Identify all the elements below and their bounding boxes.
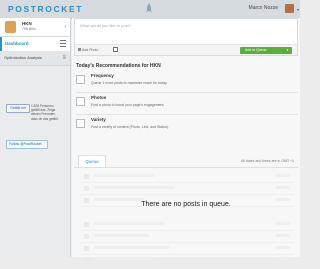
facebook-like-text: 1.828 Personen gefällt das. Zeige deinen… xyxy=(31,104,59,121)
composer-toolbar: Add Photo Add to Queue ▼ xyxy=(75,44,297,55)
placeholder-row xyxy=(80,183,294,195)
add-to-queue-label: Add to Queue xyxy=(245,48,267,52)
placeholder-row xyxy=(80,243,294,255)
sidebar-item-label: Optimization Analysis xyxy=(4,55,43,60)
app-logo[interactable]: POSTROCKET xyxy=(8,4,83,14)
twitter-follow-button[interactable]: Follow @PostRocket xyxy=(6,140,48,149)
calendar-icon[interactable] xyxy=(113,47,118,52)
recommendation-desc: Post a variety of content (Photo, Link, … xyxy=(91,125,170,129)
recommendation-item: Photos Post a photo to boost your page's… xyxy=(76,95,298,113)
divider xyxy=(76,92,298,93)
chevron-down-icon[interactable]: ▾ xyxy=(297,7,299,12)
list-icon xyxy=(60,40,66,47)
recommendation-desc: Queue 1 more posts to maximize reach for… xyxy=(91,81,168,85)
sidebar: HKN 796 likes › Dashboard Optimization A… xyxy=(0,18,71,257)
tab-queue[interactable]: Queue xyxy=(78,155,106,167)
chevron-down-icon: ▼ xyxy=(286,48,289,52)
account-name: HKN xyxy=(22,21,32,26)
add-photo-button[interactable]: Add Photo xyxy=(82,48,98,52)
account-avatar xyxy=(5,21,16,33)
user-avatar[interactable] xyxy=(285,4,294,13)
facebook-like-box: Gefällt mir 1.828 Personen gefällt das. … xyxy=(6,104,68,134)
placeholder-row xyxy=(80,231,294,243)
user-name[interactable]: Marco Nozze xyxy=(249,5,278,11)
sidebar-item-optimization[interactable]: Optimization Analysis ≡ xyxy=(0,51,70,66)
post-input[interactable]: What would you like to post? xyxy=(80,23,131,28)
recommendation-checkbox[interactable] xyxy=(76,75,85,84)
camera-icon xyxy=(78,48,81,51)
facebook-like-button[interactable]: Gefällt mir xyxy=(6,104,30,113)
sidebar-item-dashboard[interactable]: Dashboard xyxy=(0,37,70,51)
recommendation-title: Variety xyxy=(91,117,106,122)
recommendations-title: Today's Recommendations for HKN xyxy=(76,63,161,69)
recommendation-checkbox[interactable] xyxy=(76,119,85,128)
queue-header: Queue All dates and times are in GMT +1 xyxy=(74,155,298,168)
recommendation-title: Photos xyxy=(91,95,107,100)
recommendation-item: Variety Post a variety of content (Photo… xyxy=(76,117,298,135)
queue-list: There are no posts in queue. xyxy=(76,169,296,269)
chevron-right-icon: › xyxy=(64,24,66,30)
recommendation-item: Frequency Queue 1 more posts to maximize… xyxy=(76,73,298,91)
bars-icon: ≡ xyxy=(62,55,66,61)
rocket-icon xyxy=(146,3,152,13)
divider xyxy=(76,114,298,115)
post-composer: What would you like to post? Add Photo A… xyxy=(74,18,298,56)
recommendation-title: Frequency xyxy=(91,73,114,78)
account-switcher[interactable]: HKN 796 likes › xyxy=(0,18,70,37)
recommendation-checkbox[interactable] xyxy=(76,97,85,106)
recommendation-desc: Post a photo to boost your page's engage… xyxy=(91,103,165,107)
add-to-queue-button[interactable]: Add to Queue ▼ xyxy=(240,47,292,54)
main-content: What would you like to post? Add Photo A… xyxy=(72,18,300,267)
sidebar-item-label: Dashboard xyxy=(5,41,29,46)
top-bar: POSTROCKET Marco Nozze ▾ xyxy=(0,0,300,19)
placeholder-row xyxy=(80,171,294,183)
account-subtitle: 796 likes xyxy=(22,27,36,31)
placeholder-row xyxy=(80,219,294,231)
timezone-note: All dates and times are in GMT +1 xyxy=(241,159,294,163)
empty-queue-message: There are no posts in queue. xyxy=(141,201,231,208)
